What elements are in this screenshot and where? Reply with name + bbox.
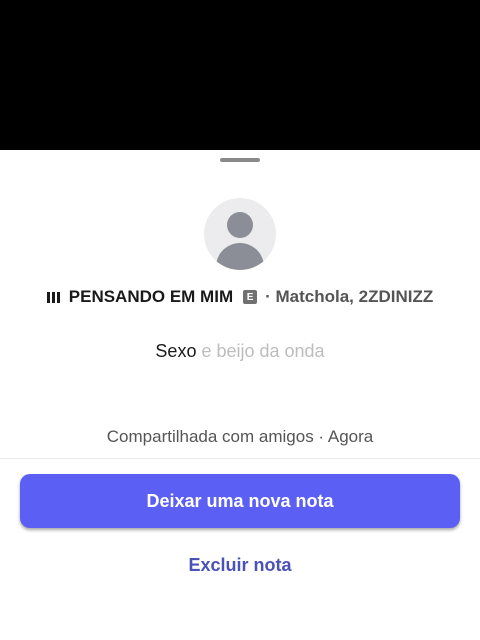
divider [0, 458, 480, 459]
note-bottom-sheet: PENSANDO EM MIM E · Matchola, 2ZDINIZZ S… [0, 150, 480, 640]
delete-note-button[interactable]: Excluir nota [0, 555, 480, 576]
avatar-head-shape [227, 212, 253, 238]
new-note-button[interactable]: Deixar uma nova nota [20, 474, 460, 528]
top-black-area [0, 0, 480, 150]
note-text: Sexo e beijo da onda [0, 341, 480, 362]
avatar-body-shape [216, 243, 264, 270]
audio-bars-icon [46, 291, 60, 303]
note-text-main: Sexo [155, 341, 197, 361]
track-title: PENSANDO EM MIM [68, 287, 234, 306]
drag-handle[interactable] [220, 158, 260, 162]
track-artists: · Matchola, 2ZDINIZZ [265, 287, 434, 306]
avatar [204, 198, 276, 270]
explicit-badge: E [243, 290, 258, 304]
track-info[interactable]: PENSANDO EM MIM E · Matchola, 2ZDINIZZ [0, 287, 480, 307]
shared-info: Compartilhada com amigos · Agora [106, 427, 374, 446]
note-text-faded: e beijo da onda [196, 341, 325, 361]
